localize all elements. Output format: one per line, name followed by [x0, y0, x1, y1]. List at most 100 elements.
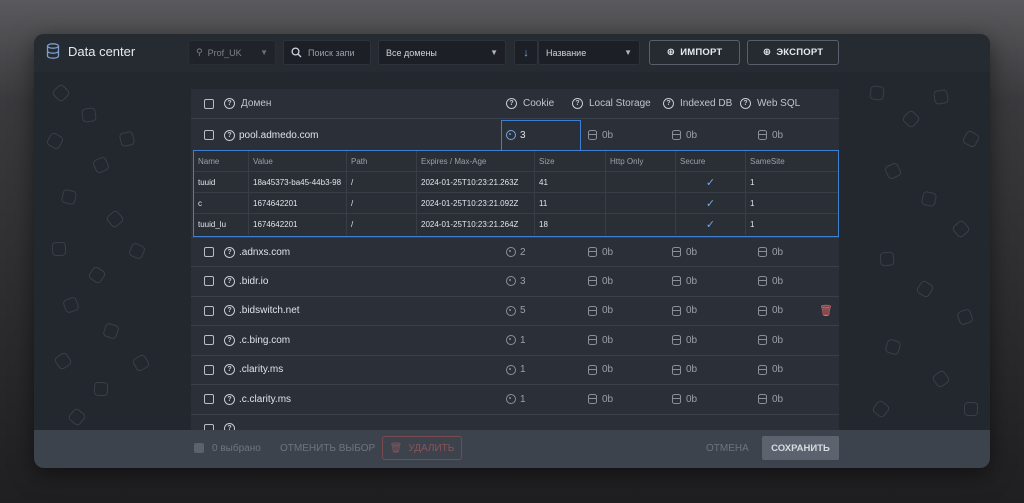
deselect-button[interactable]: ОТМЕНИТЬ ВЫБОР [280, 443, 375, 454]
cookie-icon [506, 305, 516, 316]
help-icon-cell: ? [224, 326, 235, 355]
cookie-secure: ✓ [675, 193, 745, 213]
row-checkbox-cell [204, 385, 214, 414]
cookie-size: 11 [534, 193, 605, 213]
pattern-database-icon [963, 401, 979, 417]
local-storage-size[interactable]: 0b [602, 296, 613, 325]
indexed-db-size[interactable]: 0b [686, 238, 697, 266]
cookie-path: / [346, 193, 416, 213]
column-domain[interactable]: Домен [241, 89, 271, 118]
cookie-row[interactable]: tuuid_lu 1674642201/2024-01-25T10:23:21.2… [194, 214, 838, 235]
web-sql-size[interactable]: 0b [772, 296, 783, 325]
cookie-samesite: 1 [745, 193, 838, 213]
table-row[interactable]: ? .bidr.io 3 0b 0b 0b [191, 267, 839, 297]
cancel-button[interactable]: ОТМЕНА [706, 443, 749, 454]
import-button[interactable]: ⊕ ИМПОРТ [649, 40, 740, 65]
local-storage-size[interactable]: 0b [602, 355, 613, 384]
delete-button[interactable]: 🗑 УДАЛИТЬ [382, 436, 462, 460]
pattern-database-icon [81, 107, 97, 123]
search-input[interactable]: Поиск запи [283, 40, 371, 65]
profile-select[interactable]: ⚲ Prof_UK ▼ [188, 40, 276, 65]
cookie-count[interactable]: 1 [520, 385, 526, 414]
sub-column-size: Size [534, 151, 605, 171]
local-storage-size[interactable]: 0b [602, 385, 613, 414]
help-icon: ? [224, 305, 235, 316]
cookie-expires: 2024-01-25T10:23:21.264Z [416, 214, 534, 235]
cookie-count[interactable]: 1 [520, 355, 526, 384]
pattern-database-icon [915, 279, 935, 299]
footer-checkbox[interactable] [194, 443, 204, 453]
row-checkbox[interactable] [204, 305, 214, 316]
storage-icon [672, 130, 681, 140]
sort-direction-button[interactable]: ↓ [514, 40, 538, 65]
pattern-database-icon [118, 130, 136, 148]
table-row[interactable]: ? .bidswitch.net 5 0b 0b 0b 🗑 [191, 296, 839, 326]
web-sql-size[interactable]: 0b [772, 267, 783, 296]
trash-icon[interactable]: 🗑 [819, 296, 833, 325]
row-checkbox[interactable] [204, 364, 214, 375]
cookie-row[interactable]: c 1674642201/2024-01-25T10:23:21.092Z 11 ✓ 1 [194, 193, 838, 214]
cookie-count[interactable]: 2 [520, 238, 526, 266]
column-indexed-db[interactable]: Indexed DB [680, 89, 732, 118]
cookie-count[interactable]: 5 [520, 296, 526, 325]
indexed-db-size[interactable]: 0b [686, 326, 697, 355]
storage-icon-cell [758, 267, 767, 296]
row-checkbox[interactable] [204, 335, 214, 345]
cookie-http-only [605, 193, 675, 213]
pattern-database-icon [53, 351, 73, 371]
table-row[interactable]: ? .c.clarity.ms 1 0b 0b 0b [191, 385, 839, 415]
search-icon [291, 47, 302, 58]
sort-select[interactable]: Название ▼ [538, 40, 640, 65]
help-icon: ? [224, 334, 235, 346]
pattern-database-icon [51, 241, 67, 257]
storage-icon [758, 364, 767, 375]
table-row[interactable]: ? .adnxs.com 2 0b 0b 0b [191, 237, 839, 267]
web-sql-size[interactable]: 0b [772, 385, 783, 414]
cookie-http-only [605, 172, 675, 192]
column-local-storage[interactable]: Local Storage [589, 89, 651, 118]
cookie-icon [506, 364, 516, 375]
profile-icon: ⚲ [196, 47, 203, 57]
row-checkbox[interactable] [204, 247, 214, 257]
web-sql-size[interactable]: 0b [772, 355, 783, 384]
storage-icon [672, 335, 681, 345]
indexed-db-size[interactable]: 0b [686, 385, 697, 414]
row-checkbox[interactable] [204, 130, 214, 140]
row-checkbox[interactable] [204, 276, 214, 286]
table-row-expanded[interactable]: ? pool.admedo.com 3 0b 0b 0b [191, 120, 839, 151]
cookie-count[interactable]: 1 [520, 326, 526, 355]
local-storage-size[interactable]: 0b [602, 238, 613, 266]
indexed-db-size[interactable]: 0b [686, 355, 697, 384]
web-sql-size[interactable]: 0b [772, 238, 783, 266]
web-sql-size[interactable]: 0b [772, 326, 783, 355]
column-cookie[interactable]: Cookie [523, 89, 554, 118]
trash-icon: 🗑 [389, 442, 403, 454]
pattern-database-icon [956, 308, 974, 326]
indexed-db-size[interactable]: 0b [686, 296, 697, 325]
domain-name: .bidswitch.net [239, 305, 300, 316]
domains-select[interactable]: Все домены ▼ [378, 40, 506, 65]
row-checkbox[interactable] [204, 394, 214, 404]
cookie-count[interactable]: 3 [520, 267, 526, 296]
import-label: ИМПОРТ [680, 47, 723, 58]
cookie-size: 41 [534, 172, 605, 192]
table-row[interactable]: ? .c.bing.com 1 0b 0b 0b [191, 326, 839, 356]
save-button[interactable]: СОХРАНИТЬ [762, 436, 839, 460]
table-row[interactable]: ? [191, 414, 839, 430]
storage-icon [758, 130, 767, 140]
pattern-database-icon [869, 85, 885, 101]
local-storage-size[interactable]: 0b [602, 267, 613, 296]
column-web-sql[interactable]: Web SQL [757, 89, 800, 118]
help-icon: ? [224, 423, 235, 430]
pattern-database-icon [91, 155, 111, 175]
export-button[interactable]: ⊕ ЭКСПОРТ [747, 40, 839, 65]
indexed-db-size[interactable]: 0b [686, 267, 697, 296]
local-storage-size[interactable]: 0b [602, 326, 613, 355]
storage-icon [758, 305, 767, 316]
cookie-row[interactable]: tuuid 18a45373-ba45-44b3-98/2024-01-25T10… [194, 172, 838, 193]
help-icon: ? [224, 98, 235, 109]
cookie-icon-cell [506, 326, 516, 355]
cookie-name: tuuid [198, 177, 216, 187]
table-row[interactable]: ? .clarity.ms 1 0b 0b 0b [191, 355, 839, 385]
select-all-checkbox[interactable] [204, 98, 214, 109]
